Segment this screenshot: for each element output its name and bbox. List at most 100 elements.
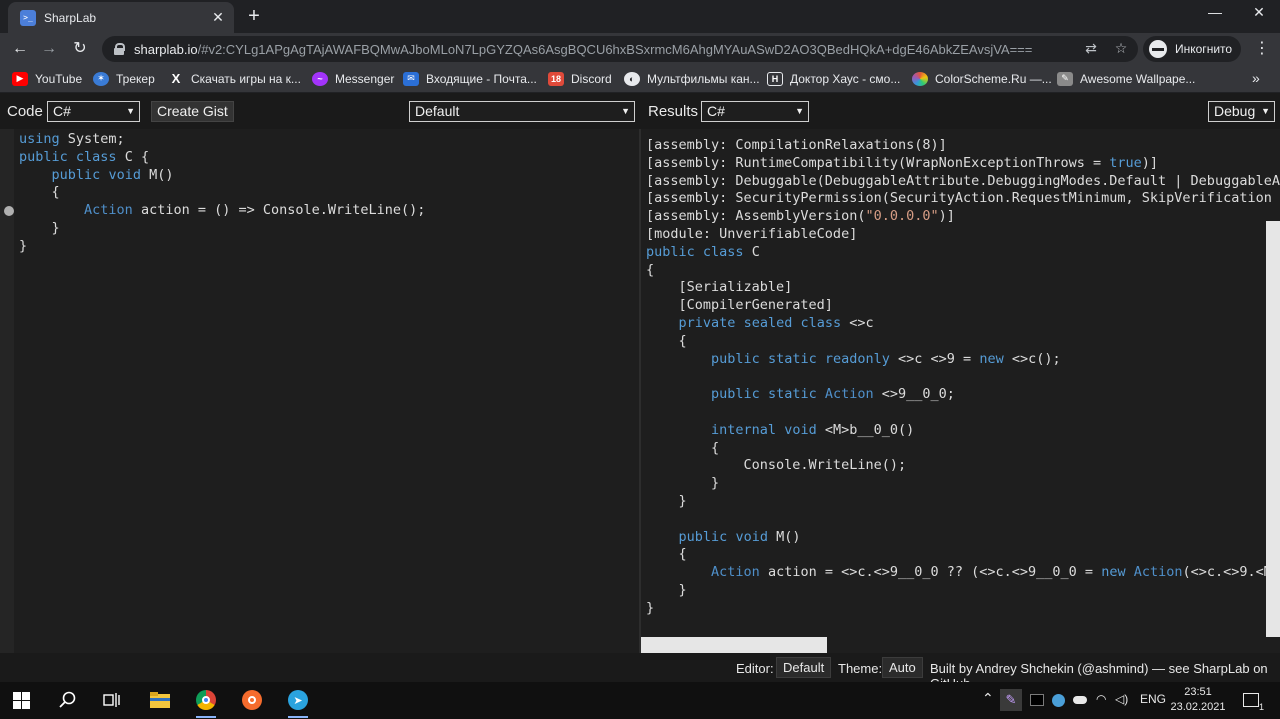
results-pane[interactable]: [assembly: CompilationRelaxations(8)] [a… — [641, 129, 1280, 653]
messenger-icon: ~ — [312, 71, 328, 86]
bookmark-label: ColorScheme.Ru —... — [935, 71, 1052, 86]
active-app-indicator — [288, 716, 308, 718]
x-icon: X — [171, 71, 181, 86]
editor-mode-button[interactable]: Default — [776, 657, 832, 678]
bookmark-wallpapers[interactable]: ✎ Awesome Wallpape... — [1057, 70, 1195, 87]
select-value: C# — [707, 103, 725, 119]
select-value: C# — [53, 103, 71, 119]
origin-icon[interactable] — [241, 689, 263, 711]
bookmark-label: Мультфильмы кан... — [647, 71, 760, 86]
forward-button[interactable]: → — [38, 38, 60, 60]
bookmark-star-icon[interactable]: ☆ — [1112, 40, 1130, 57]
pen-icon[interactable]: ✎ — [1000, 689, 1022, 711]
chevron-down-icon: ▼ — [795, 106, 804, 116]
close-window-button[interactable]: ✕ — [1236, 4, 1280, 21]
wallpaper-icon: ✎ — [1057, 71, 1073, 86]
sharplab-app: Code C# ▼ Create Gist Default ▼ Results … — [0, 93, 1280, 691]
chrome-icon[interactable] — [195, 689, 217, 711]
cloud-icon[interactable] — [1069, 689, 1091, 711]
reload-button[interactable]: ↻ — [69, 38, 91, 60]
more-bookmarks-icon[interactable]: » — [1252, 70, 1260, 86]
active-app-indicator — [196, 716, 216, 718]
clock[interactable]: 23:51 23.02.2021 — [1168, 685, 1228, 715]
network-globe-icon[interactable] — [1047, 689, 1069, 711]
translate-icon[interactable]: ⇄ — [1082, 40, 1100, 57]
notification-icon[interactable]: 1 — [1240, 689, 1264, 712]
url-host: sharplab.io — [134, 41, 198, 57]
build-mode-select[interactable]: Debug ▼ — [1208, 101, 1275, 122]
file-explorer-icon[interactable] — [149, 689, 171, 711]
mail-icon: ✉ — [403, 71, 419, 86]
theme-button[interactable]: Auto — [882, 657, 923, 678]
bookmark-house[interactable]: H Доктор Хаус - смо... — [767, 70, 900, 87]
browser-toolbar: ← → ↻ sharplab.io /#v2:CYLg1APgAgTAjAWAF… — [0, 33, 1280, 64]
lightbulb-icon[interactable] — [4, 206, 14, 216]
bookmark-cartoons[interactable]: ◐ Мультфильмы кан... — [624, 70, 760, 87]
clock-time: 23:51 — [1184, 686, 1212, 698]
language-indicator[interactable]: ENG — [1140, 692, 1166, 706]
bookmark-label: Скачать игры на к... — [191, 71, 301, 86]
bookmark-label: Discord — [571, 71, 612, 86]
code-editor[interactable]: using System; public class C { public vo… — [0, 129, 639, 653]
code-language-select[interactable]: C# ▼ — [47, 101, 140, 122]
bookmark-mail[interactable]: ✉ Входящие - Почта... — [403, 70, 537, 87]
close-tab-icon[interactable]: ✕ — [210, 9, 226, 26]
decompiled-output: [assembly: CompilationRelaxations(8)] [a… — [646, 137, 1280, 616]
bookmarks-bar: ▶ YouTube ✶ Трекер X Скачать игры на к..… — [0, 64, 1280, 93]
bookmark-label: Awesome Wallpape... — [1080, 71, 1196, 86]
bookmark-youtube[interactable]: ▶ YouTube — [12, 70, 82, 87]
tray-chevron-up-icon[interactable]: ⌃ — [982, 690, 994, 707]
notification-count: 1 — [1258, 702, 1264, 712]
volume-icon[interactable]: ◁) — [1115, 692, 1128, 706]
branch-select[interactable]: Default ▼ — [409, 101, 635, 122]
vertical-scrollbar[interactable] — [1266, 221, 1280, 637]
windows-start-icon[interactable] — [10, 689, 32, 711]
bookmark-label: Входящие - Почта... — [426, 71, 537, 86]
chevron-down-icon: ▼ — [621, 106, 630, 116]
windows-taskbar: ➤ ⌃ ✎ ◠ ◁) ENG 23:51 23.02.2021 1 — [0, 682, 1280, 719]
bookmark-label: Messenger — [335, 71, 395, 86]
browser-menu-icon[interactable]: ⋮ — [1254, 38, 1270, 58]
bookmark-games[interactable]: X Скачать игры на к... — [168, 70, 301, 87]
new-tab-button[interactable]: + — [244, 5, 264, 27]
youtube-icon: ▶ — [12, 71, 28, 86]
target-language-select[interactable]: C# ▼ — [701, 101, 809, 122]
editor-label: Editor: — [736, 661, 774, 676]
wifi-icon[interactable]: ◠ — [1096, 692, 1106, 706]
discord-icon: 18 — [548, 71, 564, 86]
incognito-icon — [1149, 40, 1167, 58]
chevron-down-icon: ▼ — [126, 106, 135, 116]
telegram-icon[interactable]: ➤ — [287, 689, 309, 711]
incognito-badge[interactable]: Инкогнито — [1143, 36, 1241, 62]
h-icon: H — [767, 71, 783, 86]
results-label: Results — [648, 103, 699, 120]
incognito-label: Инкогнито — [1175, 42, 1233, 56]
bookmark-label: Трекер — [116, 71, 155, 86]
sharplab-icon: >_ — [20, 9, 36, 26]
source-code[interactable]: using System; public class C { public vo… — [19, 131, 425, 256]
select-value: Default — [415, 103, 460, 119]
address-bar[interactable]: sharplab.io /#v2:CYLg1APgAgTAjAWAFBQMwAJ… — [102, 36, 1138, 62]
sharplab-top-bar: Code C# ▼ Create Gist Default ▼ Results … — [0, 93, 1280, 129]
url-path: /#v2:CYLg1APgAgTAjAWAFBQMwAJboMLoN7LpGYZ… — [197, 41, 1033, 57]
colorscheme-icon — [912, 71, 928, 86]
horizontal-scrollbar[interactable] — [641, 637, 827, 653]
sharplab-footer: Editor: Default Theme: Auto Built by And… — [0, 653, 1280, 691]
minimize-button[interactable]: — — [1192, 4, 1238, 20]
tab-title: SharpLab — [44, 10, 97, 25]
bookmark-label: YouTube — [35, 71, 83, 86]
task-view-icon[interactable] — [101, 689, 123, 711]
tracker-icon: ✶ — [93, 71, 109, 86]
bookmark-colorscheme[interactable]: ColorScheme.Ru —... — [912, 70, 1052, 87]
terminal-icon[interactable] — [1026, 689, 1048, 711]
browser-tab[interactable]: >_ SharpLab ✕ — [8, 2, 234, 33]
code-label: Code — [7, 103, 43, 120]
bookmark-discord[interactable]: 18 Discord — [548, 70, 612, 87]
bookmark-tracker[interactable]: ✶ Трекер — [93, 70, 155, 87]
create-gist-button[interactable]: Create Gist — [151, 101, 234, 122]
back-button[interactable]: ← — [9, 38, 31, 60]
bookmark-label: Доктор Хаус - смо... — [790, 71, 901, 86]
clock-date: 23.02.2021 — [1170, 701, 1226, 713]
search-icon[interactable] — [57, 689, 79, 711]
bookmark-messenger[interactable]: ~ Messenger — [312, 70, 394, 87]
